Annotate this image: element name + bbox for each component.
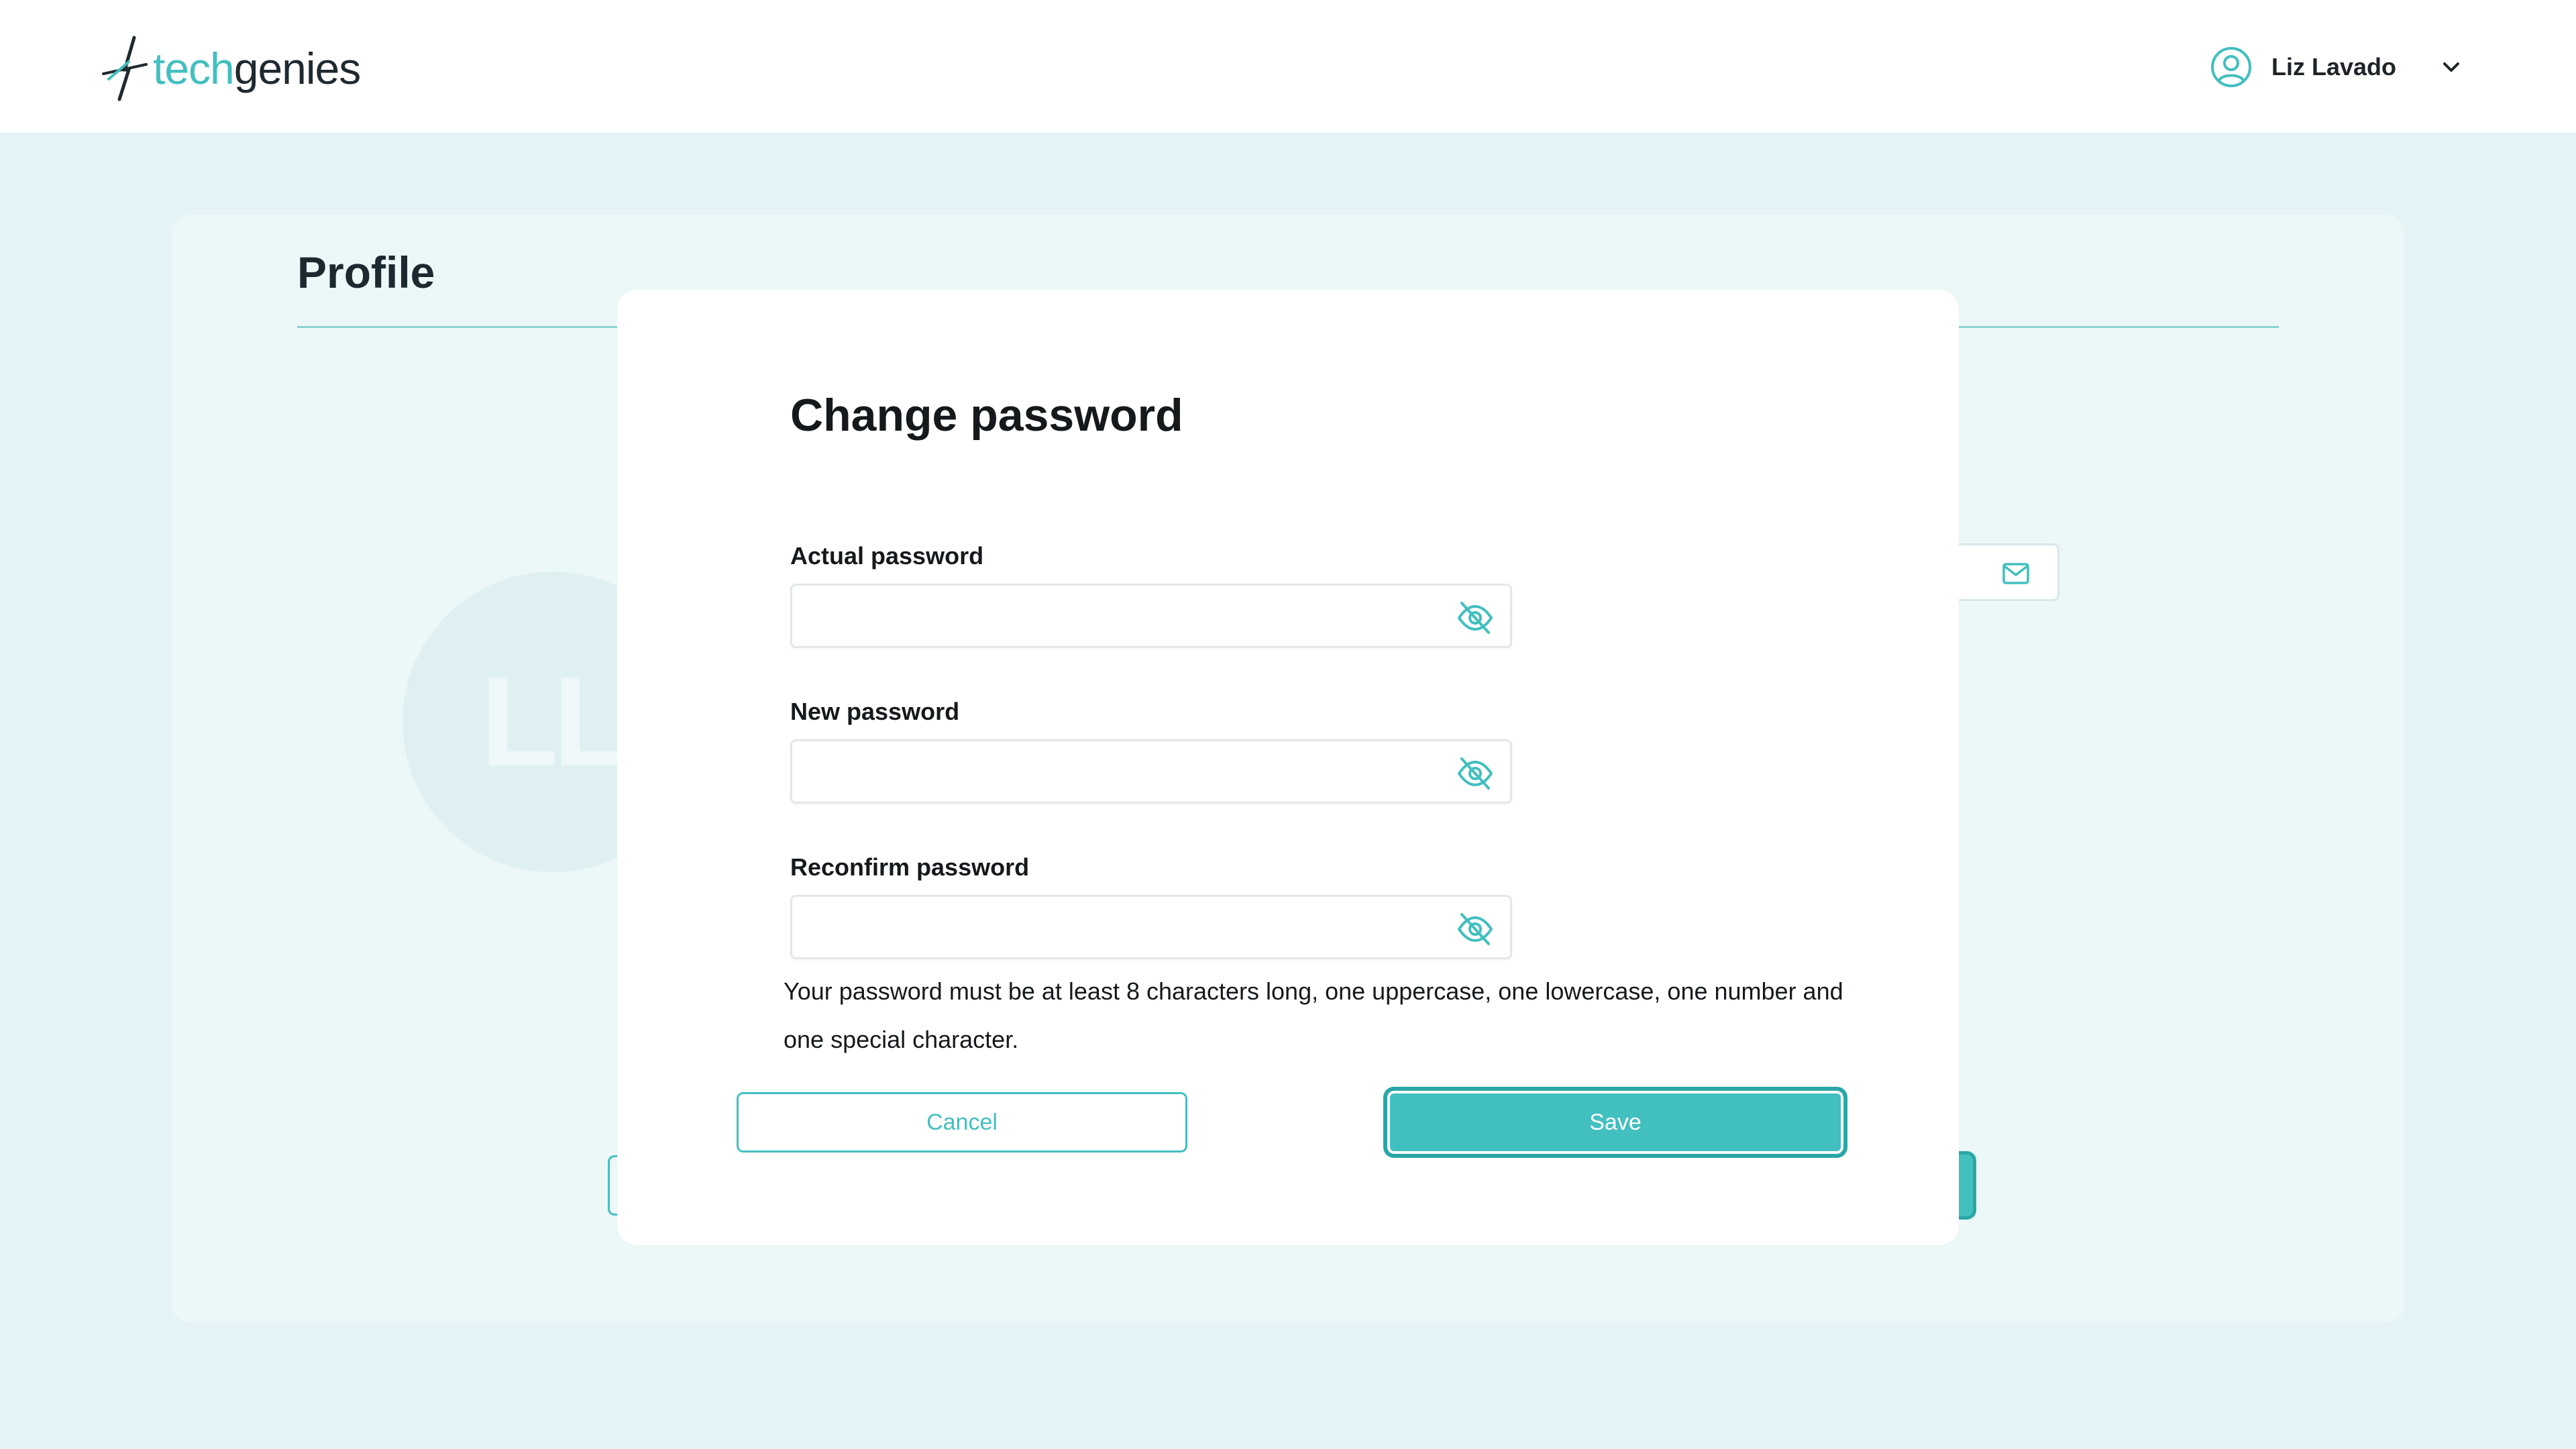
reconfirm-password-field[interactable] (790, 895, 1512, 959)
eye-off-icon (1458, 757, 1493, 790)
mail-icon (2002, 563, 2029, 584)
reconfirm-password-label: Reconfirm password (790, 853, 1030, 881)
eye-off-icon (1458, 602, 1493, 634)
cancel-button[interactable]: Cancel (737, 1092, 1187, 1152)
actual-password-label: Actual password (790, 542, 984, 570)
user-avatar-icon (2210, 47, 2251, 87)
modal-title: Change password (790, 390, 1183, 441)
change-password-modal: Change password Actual password New pass… (617, 290, 1959, 1245)
logo-genies-text: genies (233, 44, 361, 93)
logo-tech-text: tech (153, 44, 235, 93)
new-password-field[interactable] (790, 739, 1512, 804)
reconfirm-password-visibility-toggle[interactable] (1455, 909, 1495, 949)
page-title: Profile (297, 248, 435, 297)
save-button[interactable]: Save (1383, 1087, 1847, 1158)
new-password-input[interactable] (792, 741, 1436, 802)
new-password-label: New password (790, 698, 960, 725)
top-bar: techgenies Liz Lavado (0, 0, 2576, 133)
eye-off-icon (1458, 913, 1493, 945)
user-menu[interactable]: Liz Lavado (2210, 42, 2463, 93)
password-requirements-hint: Your password must be at least 8 charact… (784, 977, 1843, 1053)
actual-password-input[interactable] (792, 586, 1436, 646)
logo-wordmark: techgenies (153, 44, 361, 93)
logo-mark-icon (102, 36, 148, 101)
avatar-initials: LL (480, 651, 631, 793)
user-name: Liz Lavado (2271, 53, 2396, 80)
techgenies-logo[interactable]: techgenies (99, 35, 361, 102)
chevron-down-icon[interactable] (2439, 55, 2463, 79)
new-password-visibility-toggle[interactable] (1455, 753, 1495, 794)
actual-password-field[interactable] (790, 584, 1512, 648)
actual-password-visibility-toggle[interactable] (1455, 598, 1495, 638)
reconfirm-password-input[interactable] (792, 897, 1436, 957)
